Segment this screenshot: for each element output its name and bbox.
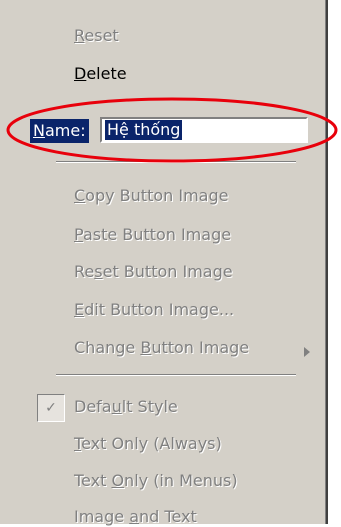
name-input-value: Hệ thống xyxy=(105,120,183,140)
separator xyxy=(56,161,296,163)
separator xyxy=(56,374,296,376)
name-label: Name: xyxy=(30,119,89,143)
name-field-row: Name: Hệ thống xyxy=(30,115,320,147)
menu-item-text-only-always: Text Only (Always) xyxy=(74,434,222,453)
toolbar-button-context-menu: Reset Delete Name: Hệ thống Copy Button … xyxy=(0,0,328,526)
menu-item-reset: Reset xyxy=(74,26,119,45)
menu-item-reset-button-image: Reset Button Image xyxy=(74,262,233,281)
check-icon: ✓ xyxy=(37,394,65,422)
menu-item-change-button-image: Change Button Image xyxy=(74,338,250,357)
menu-item-default-style: Default Style xyxy=(74,397,178,416)
menu-item-image-and-text: Image and Text xyxy=(74,507,197,526)
name-input[interactable]: Hệ thống xyxy=(100,117,308,143)
submenu-arrow-icon xyxy=(304,347,310,357)
menu-item-text-only-in-menus: Text Only (in Menus) xyxy=(74,471,238,490)
menu-item-delete[interactable]: Delete xyxy=(74,64,127,84)
menu-item-paste-button-image: Paste Button Image xyxy=(74,225,232,244)
menu-item-copy-button-image: Copy Button Image xyxy=(74,186,229,205)
menu-item-edit-button-image: Edit Button Image... xyxy=(74,300,235,319)
